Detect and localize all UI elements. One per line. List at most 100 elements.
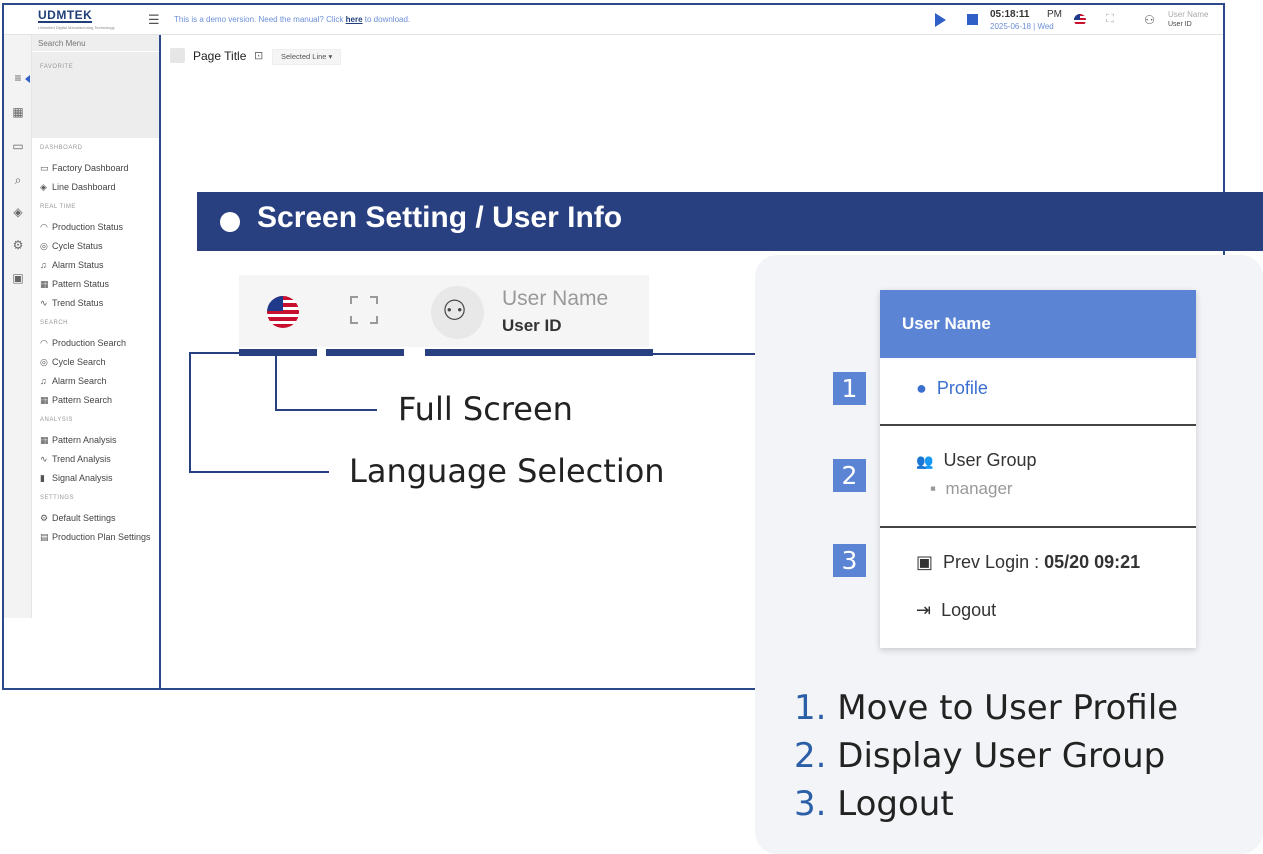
connector-line [189,352,191,473]
briefcase-icon[interactable]: ▣ [10,271,26,285]
menu-item-label: Signal Analysis [52,473,113,483]
menu-section-heading: REAL TIME [40,204,76,210]
favorite-box: FAVORITE [32,52,159,138]
gauge-icon: ◠ [40,222,48,232]
top-bar: UDMTEK Unlimited Digital Manufacturing T… [4,5,1223,35]
logo-subtitle: Unlimited Digital Manufacturing Technolo… [38,25,115,30]
menu-item[interactable]: ◎ Cycle Status [40,241,103,252]
icon-rail: ≡ ▦ ▭ ⌕ ◈ ⚙ ▣ [4,35,32,618]
clock-time: 05:18:11 [990,9,1030,20]
menu-section-heading: ANALYSIS [40,417,73,423]
search-menu-input[interactable] [32,35,159,51]
logout-button[interactable]: ⇥ Logout [916,600,996,621]
stop-icon[interactable] [967,14,978,25]
user-dropdown-header: User Name [880,290,1196,358]
favorite-heading: FAVORITE [40,64,74,70]
menu-item-label: Pattern Status [52,279,110,289]
logout-icon: ⇥ [916,600,932,620]
monitor-icon[interactable]: ▭ [10,139,26,153]
menu-item-label: Default Settings [52,513,116,523]
menu-item[interactable]: ◎ Cycle Search [40,357,106,368]
menu-item[interactable]: ▤ Production Plan Settings [40,532,151,543]
target-icon: ◎ [40,241,48,251]
menu-item[interactable]: ▦ Pattern Search [40,395,112,406]
menu-item-label: Alarm Status [52,260,104,270]
menu-item[interactable]: ⚙ Default Settings [40,513,116,524]
badge-1: 1 [833,372,866,405]
calendar-icon: ▤ [40,532,49,542]
selected-line-dropdown[interactable]: Selected Line ▾ [272,49,342,65]
hamburger-menu-icon[interactable]: ☰ [148,12,160,28]
clock-ampm: PM [1047,9,1062,20]
bookmark-icon[interactable]: ⊡ [254,49,263,62]
menu-item-label: Production Plan Settings [52,532,151,542]
menu-item-label: Pattern Search [52,395,113,405]
connector-line [275,409,377,411]
label-full-screen: Full Screen [398,390,573,428]
dropdown-user-name: User Name [902,314,991,333]
profile-link[interactable]: ● Profile [916,378,988,399]
us-flag-icon-large[interactable] [267,296,299,328]
connector-line [189,352,239,354]
user-name[interactable]: User Name [1168,10,1208,19]
profile-icon: ● [916,378,927,398]
monitor-icon: ▭ [40,163,49,173]
grid-icon: ▦ [40,279,49,289]
menu-item[interactable]: ▦ Pattern Status [40,279,109,290]
user-settings-icon-large[interactable]: ⚇ [442,294,467,327]
cube-icon: ◈ [40,182,47,192]
section-banner: Screen Setting / User Info [197,192,1263,251]
menu-item[interactable]: ♫ Alarm Search [40,376,107,386]
user-dropdown-card: User Name ● Profile 👥 User Group ▪ manag… [880,290,1196,648]
menu-item[interactable]: ∿ Trend Analysis [40,454,111,465]
trend-icon: ∿ [40,454,48,464]
us-flag-icon[interactable] [1074,14,1086,26]
bullet-icon [220,212,240,232]
gear-icon[interactable]: ⚙ [10,238,26,252]
menu-item-label: Production Status [52,222,124,232]
connector-line [275,356,277,411]
fullscreen-underline [326,349,404,356]
search-icon[interactable]: ⌕ [10,173,26,188]
bell-icon: ♫ [40,376,47,386]
description-2: 2. Display User Group [794,736,1166,776]
connector-line [653,353,771,355]
menu-item[interactable]: ♫ Alarm Status [40,260,104,270]
flag-underline [239,349,317,356]
zoom-user-id: User ID [502,316,562,335]
menu-item[interactable]: ▭ Factory Dashboard [40,163,129,174]
fullscreen-icon[interactable]: ⛶ [1106,13,1114,26]
layers-icon[interactable]: ◈ [10,205,26,219]
badge-2: 2 [833,459,866,492]
map-icon[interactable]: ▦ [10,105,26,119]
menu-item-label: Alarm Search [52,376,107,386]
clock-date: 2025-06-18 | Wed [990,22,1054,31]
user-settings-icon[interactable]: ⚇ [1144,13,1155,27]
play-icon[interactable] [935,13,946,27]
logo[interactable]: UDMTEK [38,9,93,23]
menu-item[interactable]: ▮ Signal Analysis [40,473,113,484]
menu-item[interactable]: ▦ Pattern Analysis [40,435,117,446]
menu-item-label: Cycle Search [52,357,106,367]
menu-item[interactable]: ◈ Line Dashboard [40,182,116,193]
grid-icon: ▦ [40,435,49,445]
menu-section-heading: SEARCH [40,320,69,326]
menu-section-heading: SETTINGS [40,495,75,501]
wallet-icon: ▣ [916,552,934,572]
target-icon: ◎ [40,357,48,367]
menu-list-icon[interactable]: ≡ [10,71,26,85]
side-menu: FAVORITE DASHBOARD ▭Factory Dashboard ◈ Lin… [32,35,161,688]
trend-icon: ∿ [40,298,48,308]
menu-item-label: Factory Dashboard [52,163,129,173]
menu-item[interactable]: ∿ Trend Status [40,298,103,309]
menu-item[interactable]: ◠ Production Search [40,338,126,349]
manual-download-link[interactable]: here [346,15,363,24]
user-group-item: 👥 User Group [916,450,1037,470]
user-id: User ID [1168,21,1192,28]
page-title: Page Title [193,49,247,63]
menu-item-label: Cycle Status [52,241,103,251]
bars-icon: ▮ [40,473,45,483]
gauge-icon: ◠ [40,338,48,348]
fullscreen-icon-large[interactable] [350,296,378,324]
menu-item[interactable]: ◠ Production Status [40,222,123,233]
